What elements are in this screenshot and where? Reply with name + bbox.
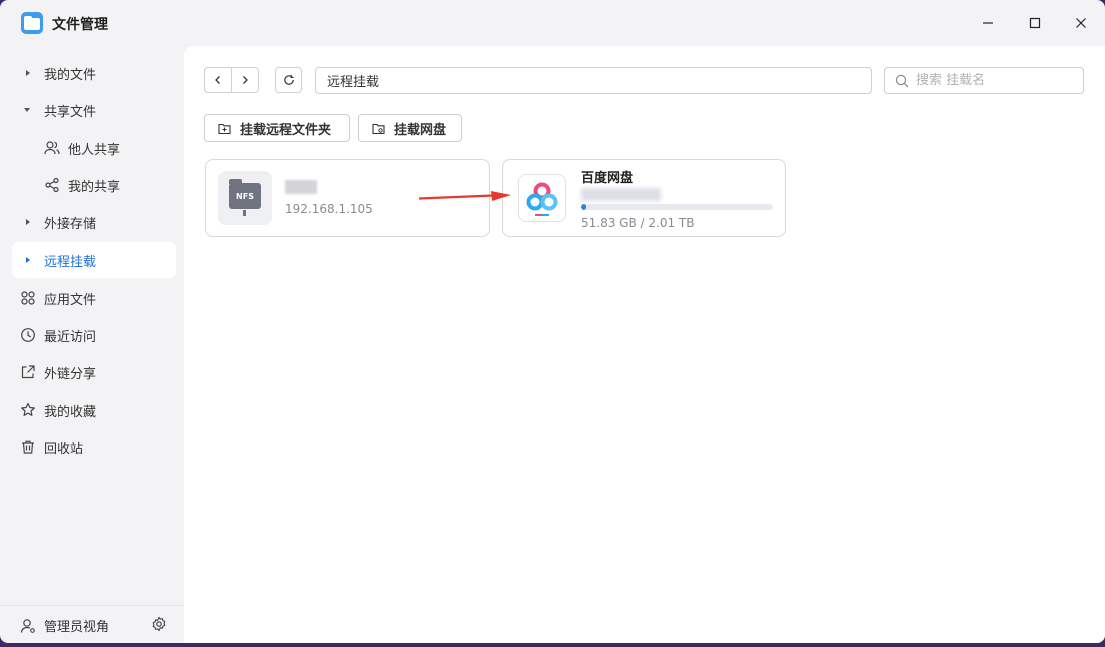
path-bar[interactable]: 远程挂载 xyxy=(315,67,872,94)
sidebar-item-label: 远程挂载 xyxy=(44,254,97,270)
mount-title: 百度网盘 xyxy=(581,171,634,186)
nfs-icon: NFS xyxy=(218,171,272,225)
search-icon xyxy=(895,74,909,87)
sidebar-item-shared-files[interactable]: 共享文件 xyxy=(12,92,176,128)
sidebar-item-label: 我的收藏 xyxy=(44,404,97,420)
redacted-mount-name xyxy=(285,180,317,194)
apps-icon xyxy=(20,290,36,306)
sidebar-item-label: 我的文件 xyxy=(44,67,97,83)
sidebar-item-label: 共享文件 xyxy=(44,104,97,120)
storage-usage: 51.83 GB / 2.01 TB xyxy=(581,216,695,230)
sidebar-item-label: 我的共享 xyxy=(68,179,121,195)
sidebar-item-my-shares[interactable]: 我的共享 xyxy=(12,167,176,203)
minimize-button[interactable] xyxy=(974,10,1002,36)
minimize-icon xyxy=(983,22,993,24)
chevron-left-icon xyxy=(215,76,221,84)
mount-cloud-drive-button[interactable]: 挂载网盘 xyxy=(358,114,462,142)
sidebar: 我的文件 共享文件 他人共享 我的共享 外接存储 远程挂载 应用文件 最近访问 … xyxy=(0,46,184,643)
sidebar-item-link-share[interactable]: 外链分享 xyxy=(12,354,176,390)
caret-right-icon[interactable] xyxy=(26,219,30,225)
search-input[interactable] xyxy=(916,73,1076,88)
mount-cloud-drive-label: 挂载网盘 xyxy=(394,122,447,138)
history-nav xyxy=(204,67,259,93)
trash-icon xyxy=(20,439,36,455)
sidebar-item-recycle-bin[interactable]: 回收站 xyxy=(12,429,176,465)
maximize-icon xyxy=(1029,17,1041,29)
forward-button[interactable] xyxy=(231,68,258,92)
star-icon xyxy=(20,402,36,418)
storage-progress-fill xyxy=(581,204,586,210)
refresh-icon xyxy=(283,75,294,85)
admin-view-toggle[interactable]: 管理员视角 xyxy=(20,616,109,635)
nfs-folder-label: NFS xyxy=(229,179,261,216)
file-manager-app-icon xyxy=(21,12,43,34)
caret-right-icon[interactable] xyxy=(26,70,30,76)
search-box[interactable] xyxy=(884,67,1084,94)
admin-view-label: 管理员视角 xyxy=(44,620,110,635)
sidebar-footer: 管理员视角 xyxy=(0,605,184,643)
gear-icon xyxy=(152,616,166,632)
folder-plus-icon xyxy=(218,123,231,134)
mount-remote-folder-button[interactable]: 挂载远程文件夹 xyxy=(204,114,350,142)
maximize-button[interactable] xyxy=(1021,10,1049,36)
sidebar-item-label: 应用文件 xyxy=(44,292,97,308)
back-button[interactable] xyxy=(205,68,231,92)
mount-remote-folder-label: 挂载远程文件夹 xyxy=(240,122,332,138)
caret-down-icon[interactable] xyxy=(24,108,30,112)
refresh-button[interactable] xyxy=(275,67,302,93)
sidebar-item-label: 外链分享 xyxy=(44,366,97,382)
annotation-arrow xyxy=(419,191,511,201)
caret-right-icon[interactable] xyxy=(26,257,30,263)
sidebar-item-app-files[interactable]: 应用文件 xyxy=(12,280,176,316)
sidebar-item-label: 回收站 xyxy=(44,441,84,457)
users-icon xyxy=(44,140,60,156)
share-icon xyxy=(44,177,60,193)
sidebar-item-label: 他人共享 xyxy=(68,142,121,158)
sidebar-item-favorites[interactable]: 我的收藏 xyxy=(12,392,176,428)
sidebar-item-recent[interactable]: 最近访问 xyxy=(12,317,176,353)
chevron-right-icon xyxy=(243,76,249,84)
cloud-folder-icon xyxy=(372,123,385,134)
file-manager-window: 文件管理 我的文件 共享文件 他人共享 我的共享 外接存储 远程挂载 应用文件 … xyxy=(0,0,1105,643)
user-icon xyxy=(20,618,35,633)
clock-icon xyxy=(20,327,36,343)
storage-progress-bar xyxy=(581,204,773,210)
close-icon xyxy=(1076,18,1086,28)
sidebar-item-my-files[interactable]: 我的文件 xyxy=(12,55,176,91)
settings-button[interactable] xyxy=(151,616,167,632)
sidebar-item-external-storage[interactable]: 外接存储 xyxy=(12,204,176,240)
mount-card-baidu[interactable]: 百度网盘 51.83 GB / 2.01 TB xyxy=(502,159,786,237)
sidebar-item-label: 最近访问 xyxy=(44,329,97,345)
mount-address: 192.168.1.105 xyxy=(285,202,373,216)
external-share-icon xyxy=(20,364,36,380)
redacted-account-name xyxy=(581,188,661,201)
app-title: 文件管理 xyxy=(52,17,108,33)
title-bar: 文件管理 xyxy=(0,0,1105,46)
sidebar-item-shared-with-me[interactable]: 他人共享 xyxy=(12,130,176,166)
close-button[interactable] xyxy=(1067,10,1095,36)
baidu-netdisk-icon xyxy=(518,174,566,222)
sidebar-item-label: 外接存储 xyxy=(44,216,97,232)
sidebar-item-remote-mount[interactable]: 远程挂载 xyxy=(12,242,176,278)
main-panel: 远程挂载 挂载远程文件夹 挂载网盘 NFS 192.168.1.105 xyxy=(184,46,1105,643)
